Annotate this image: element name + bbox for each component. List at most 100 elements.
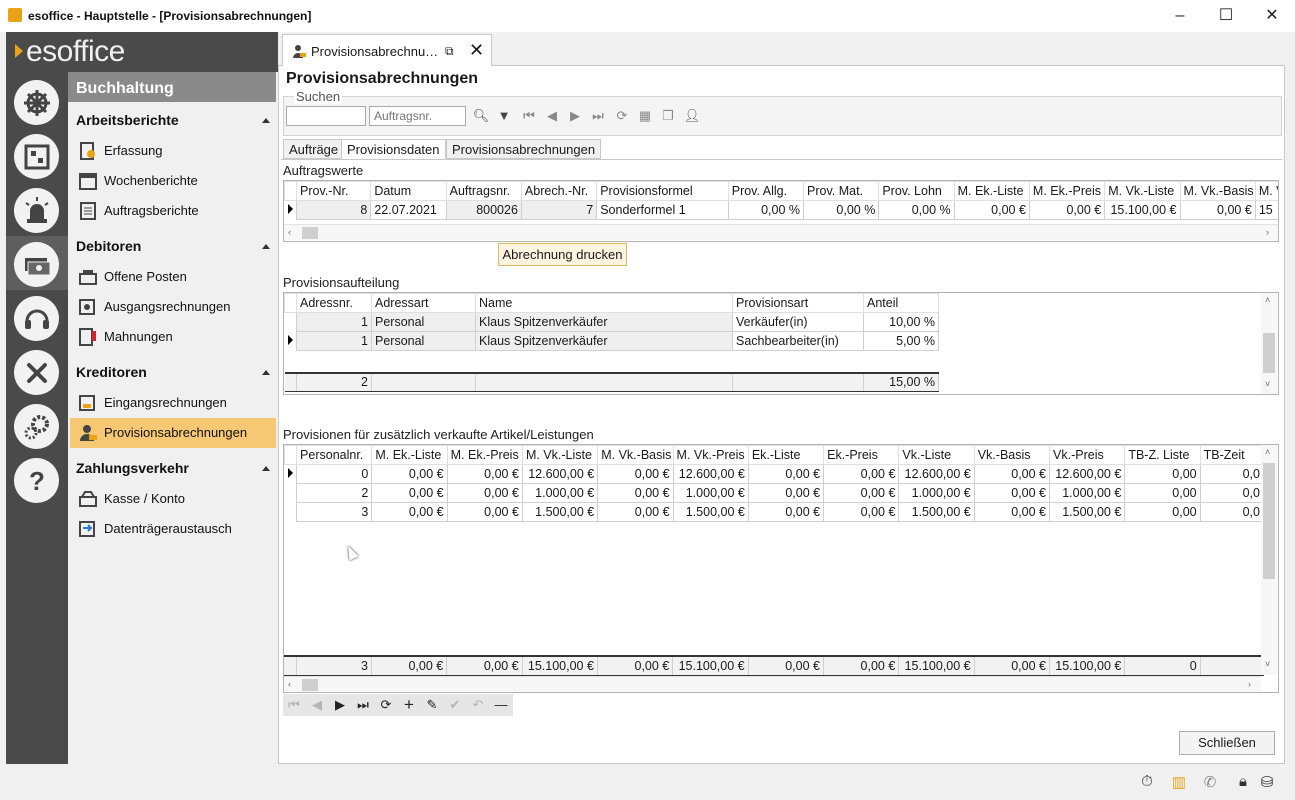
search-icon[interactable]: 🔍︎ <box>471 106 491 126</box>
help-icon[interactable]: ? <box>14 458 59 503</box>
cell[interactable]: 0,00 € <box>973 502 1051 522</box>
column-header[interactable]: Provisionsformel <box>596 181 729 201</box>
alarm-light-icon[interactable] <box>14 188 59 233</box>
cell[interactable]: 0,00 € <box>371 483 448 503</box>
vertical-scrollbar[interactable]: ˄ ˅ <box>1261 293 1277 394</box>
cell[interactable]: 3 <box>296 502 373 522</box>
board-icon[interactable] <box>14 134 59 179</box>
column-header[interactable]: Vk.-Liste <box>898 445 975 465</box>
cell[interactable]: 0,00 € <box>446 483 523 503</box>
scroll-right-icon[interactable]: › <box>1266 227 1269 237</box>
next-record-icon[interactable]: ▶ <box>565 106 585 126</box>
cell[interactable]: 0,00 € <box>823 464 900 484</box>
tab-auftraege[interactable]: Aufträge <box>283 139 345 159</box>
scroll-thumb[interactable] <box>302 679 318 691</box>
column-header[interactable]: Ek.-Preis <box>823 445 900 465</box>
column-header[interactable]: Provisionsart <box>732 293 864 313</box>
nav-item-kasse-konto[interactable]: Kasse / Konto <box>70 484 276 514</box>
column-header[interactable]: TB-Zeit <box>1199 445 1265 465</box>
column-header[interactable]: Abrech.-Nr. <box>520 181 598 201</box>
column-header[interactable]: M. Ek.-Preis <box>1028 181 1106 201</box>
cell[interactable]: 5,00 % <box>863 331 939 351</box>
scroll-up-icon[interactable]: ˄ <box>1265 295 1270 305</box>
nav-item-datentraegeraustausch[interactable]: Datenträgeraustausch <box>70 514 276 544</box>
scroll-up-icon[interactable]: ˄ <box>1265 447 1270 457</box>
lock-icon[interactable]: 🔒︎ <box>1234 773 1252 791</box>
scroll-thumb[interactable] <box>1263 333 1275 373</box>
cell[interactable]: 12.600,00 € <box>672 464 749 484</box>
column-header[interactable]: Vk.-Preis <box>1049 445 1126 465</box>
scroll-down-icon[interactable]: ˅ <box>1265 379 1270 389</box>
building-icon[interactable]: ▥ <box>1170 773 1188 791</box>
column-header[interactable]: Adressnr. <box>296 293 372 313</box>
nav-item-wochenberichte[interactable]: Wochenberichte <box>70 166 276 196</box>
nav-item-ausgangsrechnungen[interactable]: Ausgangsrechnungen <box>70 292 276 322</box>
delete-record-button[interactable]: — <box>490 696 512 714</box>
cell[interactable]: 0,00 € <box>371 464 448 484</box>
cell[interactable]: 0,00 € <box>747 464 825 484</box>
cell[interactable]: 12.600,00 € <box>1049 464 1126 484</box>
refresh-button[interactable]: ⟳ <box>375 696 397 714</box>
cell[interactable]: 0,00 € <box>597 502 674 522</box>
table-row[interactable]: 1 Personal Klaus Spitzenverkäufer Verkäu… <box>284 312 939 332</box>
column-header[interactable]: M. Ek.-Preis <box>446 445 523 465</box>
scroll-right-icon[interactable]: › <box>1248 679 1251 689</box>
column-header[interactable]: Datum <box>370 181 447 201</box>
prior-record-button[interactable]: ◀ <box>306 696 328 714</box>
column-header[interactable]: M. Vk.-Liste <box>521 445 599 465</box>
table-row[interactable]: 2 0,00 € 0,00 € 1.000,00 € 0,00 € 1.000,… <box>284 483 1265 503</box>
post-record-button[interactable]: ✔ <box>444 696 466 714</box>
column-header[interactable]: Prov. Allg. <box>727 181 805 201</box>
cell[interactable]: 0,00 <box>1124 502 1201 522</box>
nav-item-erfassung[interactable]: Erfassung <box>70 136 276 166</box>
cell[interactable]: Personal <box>371 312 476 332</box>
cell[interactable]: 0,00 € <box>1028 200 1106 220</box>
close-button[interactable]: Schließen <box>1179 731 1275 755</box>
cell[interactable]: 0,0 <box>1199 502 1265 522</box>
cell[interactable]: Sonderformel 1 <box>596 200 729 220</box>
cell[interactable]: 0,00 € <box>1179 200 1256 220</box>
gears-icon[interactable] <box>14 404 59 449</box>
filter-icon[interactable]: ▼ <box>494 106 514 126</box>
cell[interactable]: 0,00 € <box>747 502 825 522</box>
cell[interactable]: 22.07.2021 <box>370 200 447 220</box>
scroll-left-icon[interactable]: ‹ <box>288 679 291 689</box>
nav-item-offene-posten[interactable]: Offene Posten <box>70 262 276 292</box>
column-header[interactable]: Personalnr. <box>296 445 373 465</box>
column-header[interactable]: M. Vk.-Basis <box>597 445 674 465</box>
cell[interactable]: 7 <box>520 200 598 220</box>
cell[interactable]: 1.500,00 € <box>521 502 599 522</box>
collapse-caret-icon[interactable] <box>262 370 270 375</box>
column-header[interactable]: Prov.-Nr. <box>296 181 372 201</box>
cell[interactable]: 0 <box>296 464 373 484</box>
cell[interactable]: 0,00 € <box>953 200 1030 220</box>
nav-item-mahnungen[interactable]: Mahnungen <box>70 322 276 352</box>
cell[interactable]: 1.500,00 € <box>1049 502 1126 522</box>
grid-settings-icon[interactable]: ▦ <box>635 106 655 126</box>
section-debitoren[interactable]: Debitoren <box>76 238 141 254</box>
cell[interactable]: 0,00 € <box>446 464 523 484</box>
cell[interactable]: 0,0 <box>1199 483 1265 503</box>
cell[interactable]: 1 <box>296 331 372 351</box>
column-header[interactable]: M. Ek.-Liste <box>953 181 1030 201</box>
refresh-icon[interactable]: ⟳ <box>612 106 632 126</box>
cell[interactable]: 800026 <box>445 200 522 220</box>
cell[interactable]: 1.000,00 € <box>898 483 975 503</box>
column-header[interactable]: Prov. Lohn <box>878 181 955 201</box>
document-tab[interactable]: Provisionsabrechnu… ⧉ ✕ <box>282 34 492 66</box>
cell[interactable]: 0,00 € <box>973 464 1051 484</box>
cell[interactable]: 1.500,00 € <box>672 502 749 522</box>
cell[interactable]: Klaus Spitzenverkäufer <box>475 331 733 351</box>
cell[interactable]: 0,00 € <box>823 502 900 522</box>
person-icon[interactable]: 👤︎ <box>682 106 702 126</box>
cell[interactable]: 1.000,00 € <box>521 483 599 503</box>
nav-item-auftragsberichte[interactable]: Auftragsberichte <box>70 196 276 226</box>
first-record-icon[interactable]: ⏮ <box>519 106 539 126</box>
close-tab-icon[interactable]: ✕ <box>469 40 484 61</box>
copy-records-icon[interactable]: ❐ <box>658 106 678 126</box>
insert-record-button[interactable]: + <box>398 696 420 714</box>
cell[interactable]: 1.500,00 € <box>898 502 975 522</box>
column-header[interactable]: Name <box>475 293 733 313</box>
next-record-button[interactable]: ▶ <box>329 696 351 714</box>
cell[interactable]: 0,00 € <box>973 483 1051 503</box>
